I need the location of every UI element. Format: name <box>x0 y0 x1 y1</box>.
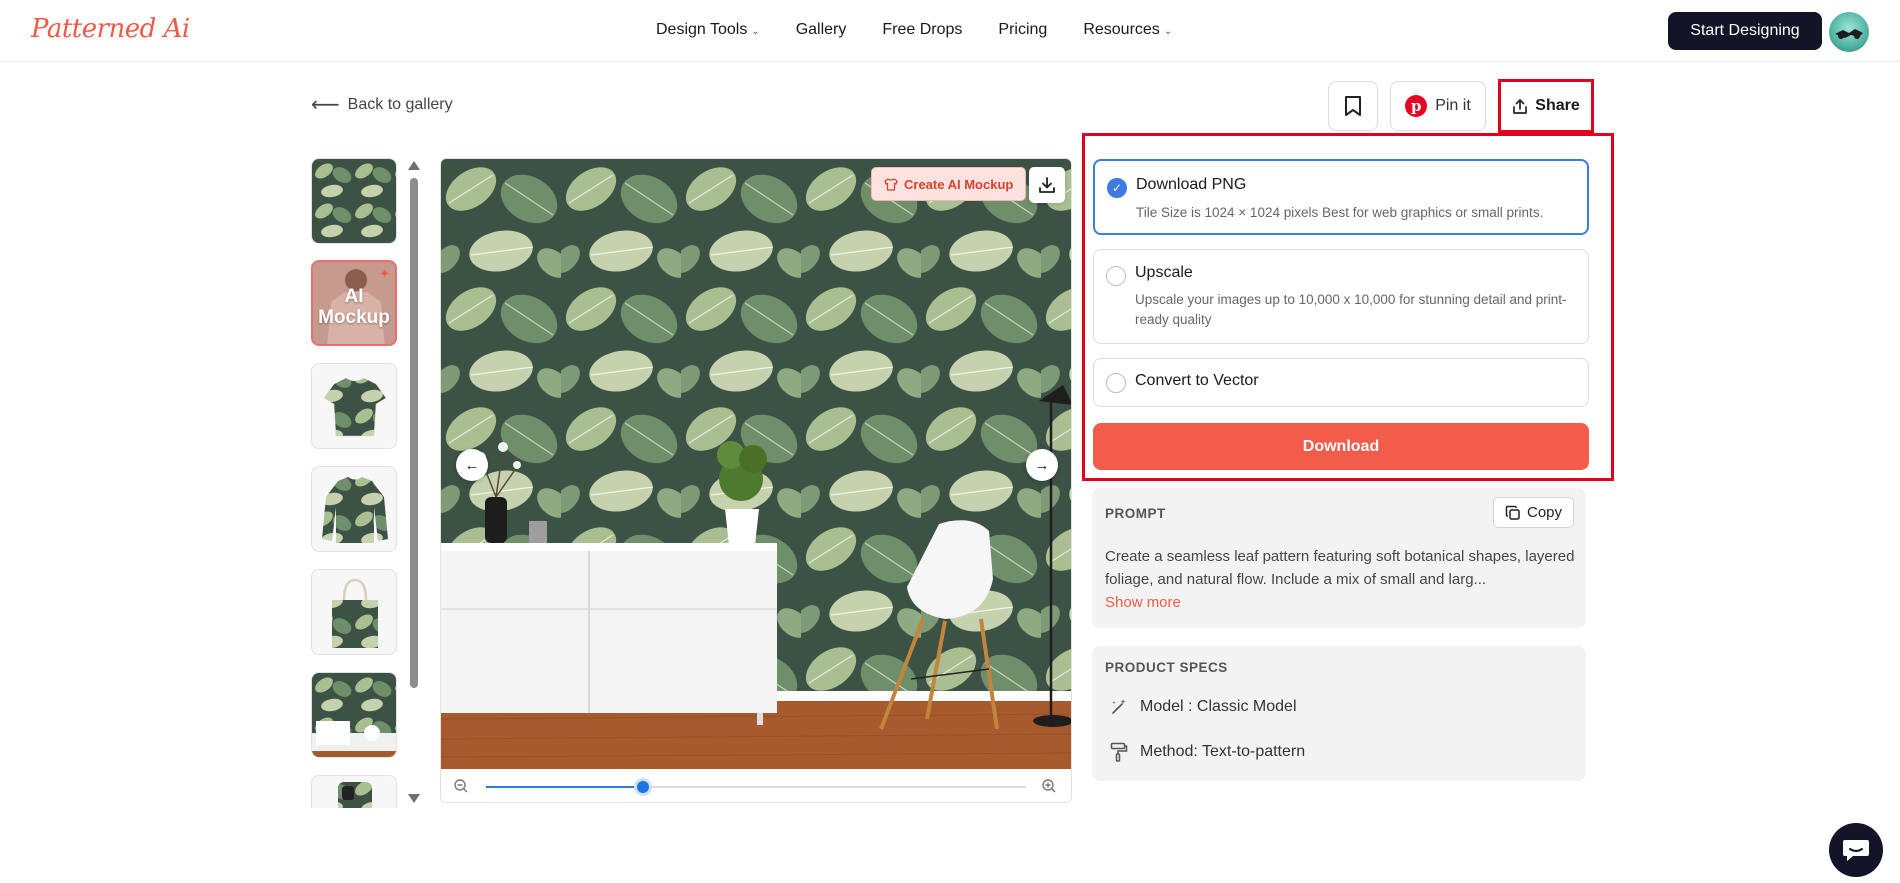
zoom-controls <box>441 769 1071 802</box>
nav-label: Free Drops <box>882 21 963 38</box>
spec-model: Model : Classic Model <box>1110 698 1297 716</box>
radio-checked-icon[interactable]: ✓ <box>1107 178 1127 198</box>
paint-roller-icon <box>1110 742 1128 762</box>
prompt-label: PROMPT <box>1105 506 1166 521</box>
chat-widget-button[interactable] <box>1829 823 1883 877</box>
bookmark-button[interactable] <box>1328 81 1378 131</box>
chevron-down-icon: ⌄ <box>751 25 760 37</box>
option-title: Download PNG <box>1136 176 1247 193</box>
nav-gallery[interactable]: Gallery <box>796 21 847 39</box>
option-description: Tile Size is 1024 × 1024 pixels Best for… <box>1136 205 1544 220</box>
nav-label: Resources <box>1083 21 1160 38</box>
ai-mockup-label: AI Mockup <box>318 286 390 328</box>
preview-image[interactable]: Create AI Mockup ← → <box>441 159 1071 769</box>
back-label: Back to gallery <box>347 96 453 113</box>
nav-label: Design Tools <box>656 21 748 38</box>
nav-free-drops[interactable]: Free Drops <box>882 21 962 39</box>
prompt-text: Create a seamless leaf pattern featuring… <box>1105 548 1575 588</box>
arrow-left-icon: ⟵ <box>311 94 340 116</box>
download-options-panel: ✓ Download PNG Tile Size is 1024 × 1024 … <box>1082 133 1614 481</box>
thumbnail-ai-mockup[interactable]: ✦ AI Mockup <box>311 260 397 346</box>
magic-wand-icon <box>1112 699 1126 714</box>
thumbnail-tote-bag[interactable] <box>311 569 397 655</box>
pin-it-button[interactable]: p Pin it <box>1390 81 1486 131</box>
show-more-link[interactable]: Show more <box>1105 594 1181 611</box>
chevron-down-icon: ⌄ <box>1163 25 1173 37</box>
thumbnail-pattern[interactable] <box>311 158 397 244</box>
option-title: Upscale <box>1135 264 1193 281</box>
spec-method-text: Method: Text-to-pattern <box>1140 743 1306 760</box>
zoom-out-icon[interactable] <box>453 778 469 794</box>
prompt-card: PROMPT Copy Create a seamless leaf patte… <box>1092 488 1586 628</box>
download-button[interactable]: Download <box>1093 423 1589 470</box>
share-icon <box>1513 98 1528 114</box>
spec-method: Method: Text-to-pattern <box>1110 742 1305 762</box>
product-specs-card: PRODUCT SPECS Model : Classic Model Meth… <box>1092 646 1586 781</box>
bookmark-icon <box>1345 96 1361 116</box>
sparkle-icon: ✦ <box>379 266 390 281</box>
zoom-in-icon[interactable] <box>1041 778 1057 794</box>
copy-label: Copy <box>1526 504 1563 521</box>
option-upscale[interactable]: Upscale Upscale your images up to 10,000… <box>1093 249 1589 344</box>
option-download-png[interactable]: ✓ Download PNG Tile Size is 1024 × 1024 … <box>1093 159 1589 235</box>
main-nav: Design Tools ⌄ Gallery Free Drops Pricin… <box>656 21 1172 39</box>
thumbnail-sweatshirt[interactable] <box>311 466 397 552</box>
create-mockup-label: Create AI Mockup <box>904 176 1014 192</box>
nav-label: Pricing <box>998 21 1048 38</box>
pin-label: Pin it <box>1435 97 1471 114</box>
thumbnail-strip: ✦ AI Mockup <box>311 158 399 808</box>
spec-model-text: Model : Classic Model <box>1140 698 1297 715</box>
scroll-up-icon[interactable] <box>408 161 420 170</box>
thumbnail-phone-case[interactable] <box>311 775 397 808</box>
specs-label: PRODUCT SPECS <box>1105 660 1228 675</box>
arrow-left-icon: ← <box>464 456 480 474</box>
back-to-gallery-link[interactable]: ⟵ Back to gallery <box>311 95 453 115</box>
pinterest-icon: p <box>1405 95 1428 117</box>
image-download-button[interactable] <box>1029 167 1065 203</box>
nav-pricing[interactable]: Pricing <box>998 21 1047 39</box>
arrow-right-icon: → <box>1034 456 1050 474</box>
nav-label: Gallery <box>795 21 847 38</box>
copy-button[interactable]: Copy <box>1493 497 1574 528</box>
zoom-slider[interactable] <box>486 778 1026 796</box>
nav-resources[interactable]: Resources ⌄ <box>1083 21 1172 39</box>
zoom-slider-fill <box>486 786 643 788</box>
chat-icon <box>1843 840 1869 861</box>
site-header: Patterned Ai Design Tools ⌄ Gallery Free… <box>0 0 1900 62</box>
thumbnail-scrollbar[interactable] <box>408 158 420 808</box>
radio-icon[interactable] <box>1106 373 1126 393</box>
prev-image-button[interactable]: ← <box>456 449 488 481</box>
radio-icon[interactable] <box>1106 266 1126 286</box>
copy-icon <box>1505 505 1520 520</box>
share-label: Share <box>1535 97 1580 114</box>
scroll-down-icon[interactable] <box>408 794 420 803</box>
thumbnail-wallpaper-room[interactable] <box>311 672 397 758</box>
scroll-thumb[interactable] <box>410 178 418 688</box>
option-title: Convert to Vector <box>1135 372 1259 389</box>
next-image-button[interactable]: → <box>1026 449 1058 481</box>
download-icon <box>1039 177 1055 193</box>
logo[interactable]: Patterned Ai <box>31 14 190 44</box>
shirt-icon <box>884 177 898 191</box>
option-convert-to-vector[interactable]: Convert to Vector <box>1093 358 1589 407</box>
start-designing-button[interactable]: Start Designing <box>1668 12 1822 50</box>
image-viewer: Create AI Mockup ← → <box>440 158 1072 803</box>
option-description: Upscale your images up to 10,000 x 10,00… <box>1135 292 1567 327</box>
avatar[interactable] <box>1829 12 1869 52</box>
create-ai-mockup-button[interactable]: Create AI Mockup <box>871 167 1027 201</box>
share-button[interactable]: Share <box>1498 79 1594 133</box>
thumbnail-t-shirt[interactable] <box>311 363 397 449</box>
nav-design-tools[interactable]: Design Tools ⌄ <box>656 21 760 39</box>
zoom-slider-handle[interactable] <box>633 778 652 796</box>
